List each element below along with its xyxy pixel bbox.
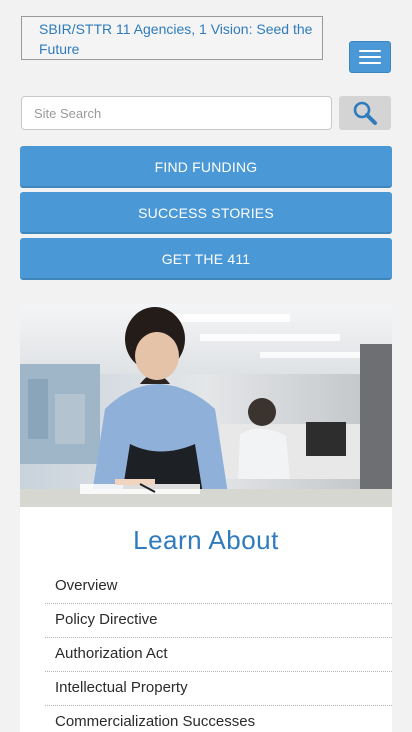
search-input[interactable] [21,96,332,130]
learn-about-panel: Learn About Overview Policy Directive Au… [20,507,392,732]
learn-about-title: Learn About [133,525,279,555]
hamburger-menu-icon [359,50,381,52]
learn-item-overview[interactable]: Overview [45,570,392,604]
learn-item-authorization-act[interactable]: Authorization Act [45,638,392,672]
hero-photo [20,304,392,507]
site-logo-box[interactable]: SBIR/STTR 11 Agencies, 1 Vision: Seed th… [21,16,323,60]
learn-about-list: Overview Policy Directive Authorization … [45,570,392,732]
menu-button[interactable] [349,41,391,73]
success-stories-button[interactable]: SUCCESS STORIES [20,192,392,234]
hamburger-menu-icon-bar-3 [359,62,381,64]
get-the-411-button[interactable]: GET THE 411 [20,238,392,280]
search-button[interactable] [339,96,391,130]
magnifier-icon [353,101,377,125]
site-title[interactable]: SBIR/STTR 11 Agencies, 1 Vision: Seed th… [39,19,322,59]
learn-item-policy-directive[interactable]: Policy Directive [45,604,392,638]
hamburger-menu-icon-bar-2 [359,56,381,58]
learn-item-intellectual-property[interactable]: Intellectual Property [45,672,392,706]
find-funding-button[interactable]: FIND FUNDING [20,146,392,188]
learn-item-commercialization-successes[interactable]: Commercialization Successes [45,706,392,732]
